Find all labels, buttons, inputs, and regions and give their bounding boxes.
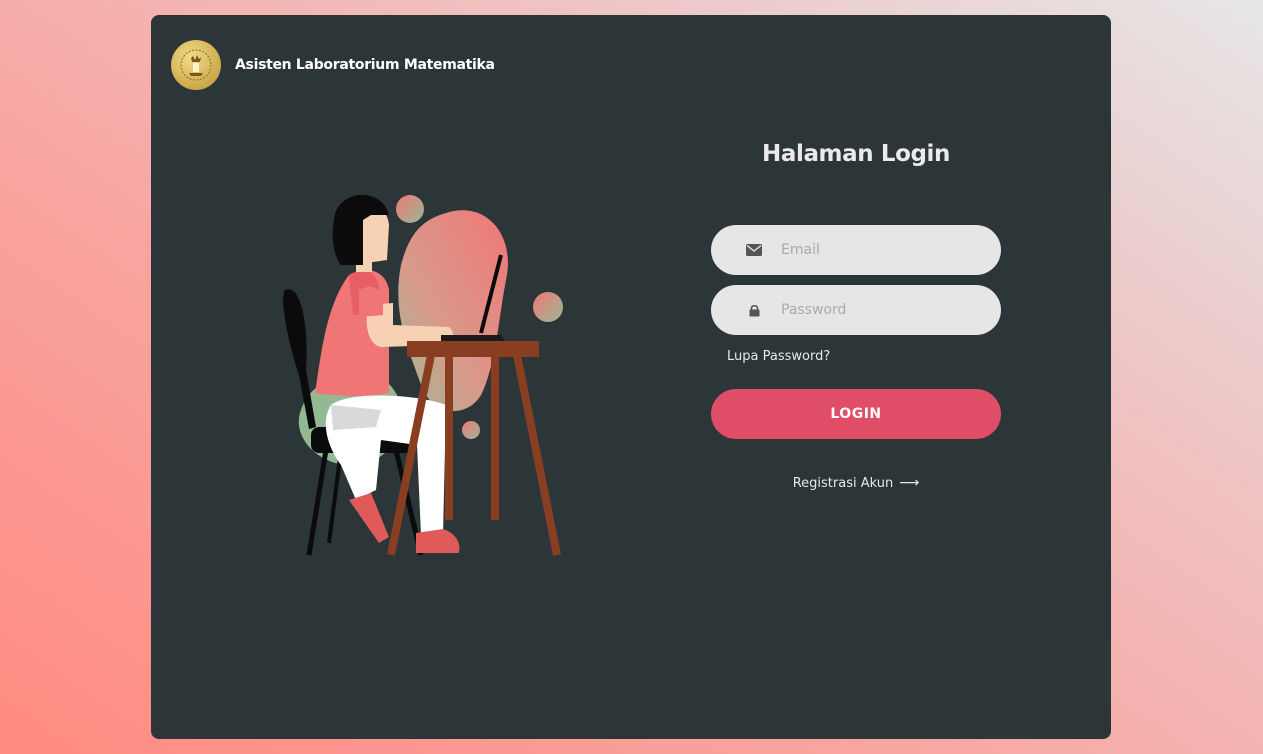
brand: Asisten Laboratorium Matematika — [171, 40, 495, 90]
university-seal-icon — [171, 40, 221, 90]
register-link[interactable]: Registrasi Akun ⟶ — [711, 475, 1001, 491]
envelope-icon — [741, 244, 767, 256]
email-input[interactable] — [779, 241, 983, 259]
password-field[interactable] — [711, 285, 1001, 335]
email-field[interactable] — [711, 225, 1001, 275]
page-title: Halaman Login — [761, 141, 951, 167]
forgot-password-link[interactable]: Lupa Password? — [727, 349, 830, 364]
app-title: Asisten Laboratorium Matematika — [235, 57, 495, 73]
arrow-right-icon: ⟶ — [899, 475, 920, 491]
girl-at-laptop-illustration — [283, 194, 563, 556]
login-button[interactable]: LOGIN — [711, 389, 1001, 439]
register-label[interactable]: Registrasi Akun — [793, 476, 894, 491]
lock-icon — [741, 304, 767, 317]
password-input[interactable] — [779, 301, 983, 319]
login-card: Asisten Laboratorium Matematika Halaman … — [151, 15, 1111, 739]
